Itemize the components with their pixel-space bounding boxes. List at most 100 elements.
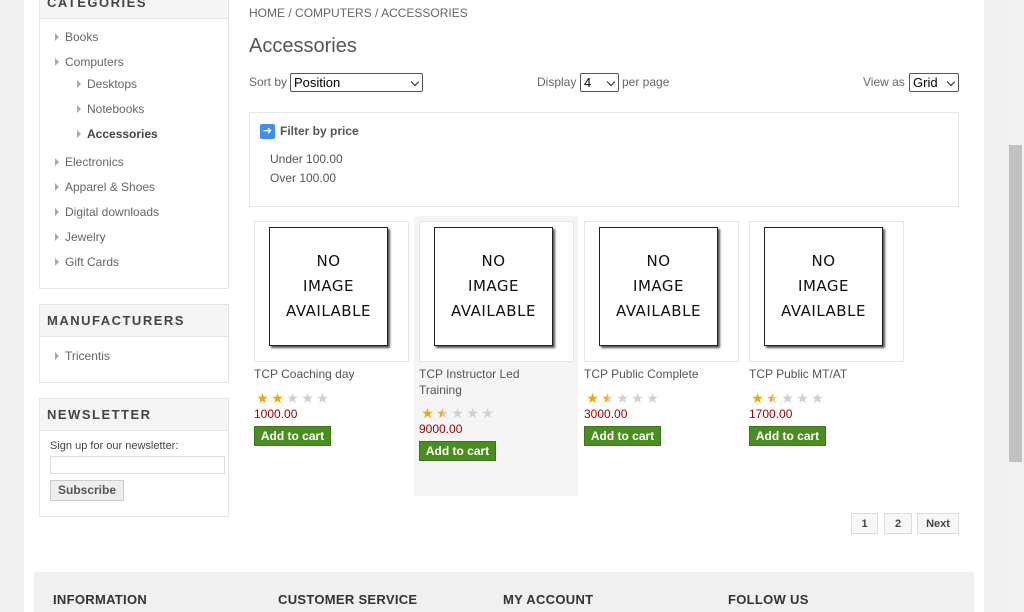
star-empty-icon: ★ bbox=[781, 390, 794, 406]
product-image[interactable]: NO IMAGE AVAILABLE bbox=[419, 221, 574, 362]
star-half-icon: ★ bbox=[766, 390, 779, 406]
breadcrumb-home-link[interactable]: HOME bbox=[249, 6, 285, 20]
star-empty-icon: ★ bbox=[286, 390, 299, 406]
view-mode-value: Grid bbox=[913, 75, 938, 90]
breadcrumb: HOME / COMPUTERS / ACCESSORIES bbox=[249, 6, 468, 20]
star-empty-icon: ★ bbox=[481, 405, 494, 421]
star-empty-icon: ★ bbox=[796, 390, 809, 406]
breadcrumb-current: ACCESSORIES bbox=[381, 6, 468, 20]
product-card: NO IMAGE AVAILABLE TCP Instructor Led Tr… bbox=[414, 216, 578, 496]
add-to-cart-button[interactable]: Add to cart bbox=[419, 441, 496, 461]
product-title[interactable]: TCP Public Complete bbox=[584, 366, 734, 382]
product-title[interactable]: TCP Instructor Led Training bbox=[419, 366, 549, 398]
category-digital-downloads[interactable]: Digital downloads bbox=[55, 205, 159, 219]
triangle-right-icon bbox=[55, 158, 59, 166]
triangle-right-icon bbox=[55, 58, 59, 66]
page-title: Accessories bbox=[249, 35, 357, 57]
product-image[interactable]: NO IMAGE AVAILABLE bbox=[254, 221, 409, 362]
no-image-placeholder: NO IMAGE AVAILABLE bbox=[764, 227, 883, 346]
category-accessories[interactable]: Accessories bbox=[77, 127, 158, 141]
page-size-select[interactable]: 4 bbox=[580, 73, 619, 92]
newsletter-label: Sign up for our newsletter: bbox=[50, 440, 179, 452]
triangle-right-icon bbox=[55, 233, 59, 241]
category-computers[interactable]: Computers bbox=[55, 55, 124, 69]
price-filter: ➔ Filter by price Under 100.00 Over 100.… bbox=[249, 112, 959, 207]
triangle-right-icon bbox=[55, 258, 59, 266]
view-mode-select[interactable]: Grid bbox=[909, 73, 959, 92]
category-electronics[interactable]: Electronics bbox=[55, 155, 124, 169]
filter-title: Filter by price bbox=[280, 124, 359, 138]
display-label: Display bbox=[537, 75, 577, 89]
star-empty-icon: ★ bbox=[616, 390, 629, 406]
star-half-icon: ★ bbox=[601, 390, 614, 406]
scrollbar-thumb[interactable] bbox=[1009, 145, 1022, 462]
pager-page-1[interactable]: 1 bbox=[851, 513, 878, 534]
product-image[interactable]: NO IMAGE AVAILABLE bbox=[749, 221, 904, 362]
newsletter-title: NEWSLETTER bbox=[40, 399, 228, 431]
product-image[interactable]: NO IMAGE AVAILABLE bbox=[584, 221, 739, 362]
product-price: 3000.00 bbox=[584, 407, 628, 421]
triangle-right-icon bbox=[55, 33, 59, 41]
triangle-right-icon bbox=[55, 208, 59, 216]
star-empty-icon: ★ bbox=[451, 405, 464, 421]
sort-label: Sort by bbox=[249, 75, 288, 89]
category-books[interactable]: Books bbox=[55, 30, 98, 44]
triangle-right-icon bbox=[77, 130, 81, 138]
categories-block: CATEGORIES Books Computers Desktops Note… bbox=[39, 0, 229, 289]
rating-stars: ★ ★ ★ ★ ★ bbox=[750, 390, 825, 407]
sort-select[interactable]: Position bbox=[290, 73, 423, 92]
category-apparel-shoes[interactable]: Apparel & Shoes bbox=[55, 180, 155, 194]
filter-over-100[interactable]: Over 100.00 bbox=[270, 171, 336, 185]
star-full-icon: ★ bbox=[586, 390, 599, 406]
subscribe-button[interactable]: Subscribe bbox=[50, 480, 124, 501]
filter-under-100[interactable]: Under 100.00 bbox=[270, 152, 343, 166]
manufacturers-title: MANUFACTURERS bbox=[40, 305, 228, 337]
category-jewelry[interactable]: Jewelry bbox=[55, 230, 106, 244]
product-price: 1700.00 bbox=[749, 407, 793, 421]
star-full-icon: ★ bbox=[751, 390, 764, 406]
triangle-right-icon bbox=[55, 183, 59, 191]
breadcrumb-separator: / bbox=[288, 6, 292, 20]
category-desktops[interactable]: Desktops bbox=[77, 77, 137, 91]
chevron-down-icon bbox=[410, 77, 420, 87]
footer-follow-us-title: FOLLOW US bbox=[728, 592, 809, 607]
pager-page-2[interactable]: 2 bbox=[884, 513, 912, 534]
manufacturer-tricentis[interactable]: Tricentis bbox=[55, 349, 110, 363]
pager-next[interactable]: Next bbox=[917, 513, 959, 534]
triangle-right-icon bbox=[77, 105, 81, 113]
category-notebooks[interactable]: Notebooks bbox=[77, 102, 144, 116]
star-half-icon: ★ bbox=[436, 405, 449, 421]
star-full-icon: ★ bbox=[421, 405, 434, 421]
breadcrumb-computers-link[interactable]: COMPUTERS bbox=[295, 6, 372, 20]
product-price: 9000.00 bbox=[419, 422, 463, 436]
category-gift-cards[interactable]: Gift Cards bbox=[55, 255, 119, 269]
add-to-cart-button[interactable]: Add to cart bbox=[749, 426, 826, 446]
product-title[interactable]: TCP Public MT/AT bbox=[749, 366, 899, 382]
newsletter-email-input[interactable] bbox=[50, 456, 225, 474]
product-card: NO IMAGE AVAILABLE TCP Public Complete ★… bbox=[579, 216, 743, 496]
product-price: 1000.00 bbox=[254, 407, 298, 421]
page-container: CATEGORIES Books Computers Desktops Note… bbox=[24, 0, 984, 612]
categories-title: CATEGORIES bbox=[40, 0, 228, 19]
footer-information-title: INFORMATION bbox=[53, 592, 148, 607]
footer: INFORMATION CUSTOMER SERVICE MY ACCOUNT … bbox=[34, 572, 974, 612]
rating-stars: ★ ★ ★ ★ ★ bbox=[420, 405, 495, 422]
page-size-value: 4 bbox=[584, 75, 592, 90]
no-image-placeholder: NO IMAGE AVAILABLE bbox=[269, 227, 388, 346]
star-empty-icon: ★ bbox=[646, 390, 659, 406]
rating-stars: ★ ★ ★ ★ ★ bbox=[255, 390, 330, 407]
no-image-placeholder: NO IMAGE AVAILABLE bbox=[599, 227, 718, 346]
vertical-scrollbar[interactable] bbox=[1007, 0, 1024, 612]
add-to-cart-button[interactable]: Add to cart bbox=[254, 426, 331, 446]
manufacturers-block: MANUFACTURERS Tricentis bbox=[39, 304, 229, 383]
per-page-label: per page bbox=[622, 75, 670, 89]
newsletter-block: NEWSLETTER Sign up for our newsletter: S… bbox=[39, 398, 229, 517]
star-empty-icon: ★ bbox=[631, 390, 644, 406]
star-empty-icon: ★ bbox=[316, 390, 329, 406]
footer-customer-service-title: CUSTOMER SERVICE bbox=[278, 592, 418, 607]
arrow-right-icon: ➔ bbox=[260, 124, 275, 139]
product-title[interactable]: TCP Coaching day bbox=[254, 366, 404, 382]
view-as-label: View as bbox=[863, 75, 905, 89]
chevron-down-icon bbox=[606, 77, 616, 87]
add-to-cart-button[interactable]: Add to cart bbox=[584, 426, 661, 446]
